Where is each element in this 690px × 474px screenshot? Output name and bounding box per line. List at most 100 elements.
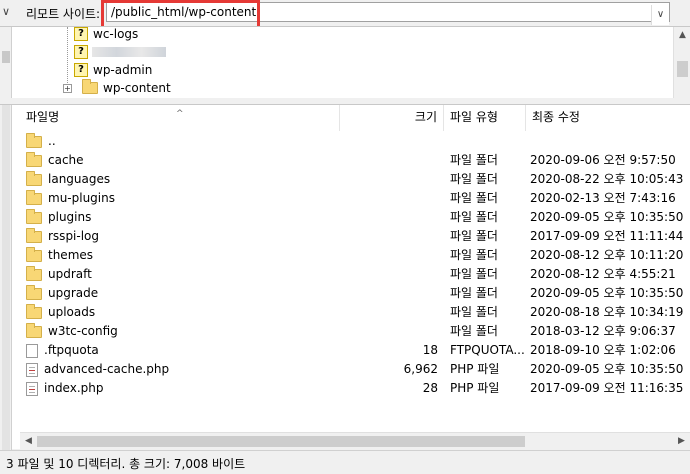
column-size-label: 크기 — [414, 110, 437, 124]
status-bar: 3 파일 및 10 디렉터리. 총 크기: 7,008 바이트 — [0, 450, 690, 474]
file-name-cell: updraft — [26, 265, 92, 284]
folder-icon — [26, 190, 42, 205]
tree-item-wp-admin[interactable]: ? wp-admin — [74, 61, 152, 79]
tree-item-blurred[interactable]: ? — [74, 43, 166, 61]
file-row[interactable]: upgrade 파일 폴더 2020-09-05 오후 10:35:50 — [20, 284, 690, 303]
file-name-cell: uploads — [26, 303, 95, 322]
file-name-cell: mu-plugins — [26, 189, 115, 208]
folder-icon — [26, 285, 42, 300]
file-row[interactable]: .ftpquota 18 FTPQUOTA... 2018-09-10 오후 1:02… — [20, 341, 690, 360]
scroll-right-icon[interactable]: ▶ — [673, 433, 690, 450]
file-modified: 2018-03-12 오후 9:06:37 — [530, 324, 676, 338]
folder-icon — [26, 133, 42, 148]
remote-site-label: 리모트 사이트: — [26, 7, 101, 21]
list-edge-grip — [2, 105, 10, 450]
tree-expand-toggle[interactable]: + — [63, 84, 72, 93]
column-type-label: 파일 유형 — [450, 110, 498, 124]
file-modified: 2020-08-12 오후 4:55:21 — [530, 267, 676, 281]
tree-item-label: wp-content — [103, 81, 171, 95]
tree-vertical-scrollbar[interactable]: ▲ — [673, 27, 690, 98]
file-name-cell: .ftpquota — [26, 341, 99, 360]
tree-item-label: wc-logs — [93, 27, 139, 41]
php-file-icon — [26, 362, 38, 377]
file-name-cell: plugins — [26, 208, 91, 227]
folder-icon — [26, 304, 42, 319]
file-row[interactable]: themes 파일 폴더 2020-08-12 오후 10:11:20 — [20, 246, 690, 265]
file-name-cell: w3tc-config — [26, 322, 118, 341]
file-name-cell: rsspi-log — [26, 227, 99, 246]
file-size: 28 — [422, 381, 438, 395]
path-dropdown-button[interactable]: ∨ — [651, 5, 669, 25]
file-name: uploads — [48, 305, 96, 319]
file-type: 파일 폴더 — [450, 324, 498, 338]
file-row[interactable]: advanced-cache.php 6,962 PHP 파일 2020-09-05 … — [20, 360, 690, 379]
file-type: 파일 폴더 — [450, 267, 498, 281]
unknown-folder-icon: ? — [74, 27, 88, 41]
file-row[interactable]: languages 파일 폴더 2020-08-22 오후 10:05:43 — [20, 170, 690, 189]
file-name: updraft — [48, 267, 92, 281]
column-header-type[interactable]: 파일 유형 — [444, 105, 526, 131]
file-icon — [26, 343, 38, 358]
unknown-folder-icon: ? — [74, 63, 88, 77]
file-type: 파일 폴더 — [450, 172, 498, 186]
folder-icon — [26, 171, 42, 186]
tree-edge-grip — [2, 51, 10, 63]
scroll-left-icon[interactable]: ◀ — [20, 433, 37, 450]
php-file-icon — [26, 381, 38, 396]
file-modified: 2020-08-22 오후 10:05:43 — [530, 172, 684, 186]
list-scroll-thumb[interactable] — [37, 436, 525, 447]
folder-icon — [82, 79, 98, 94]
file-name: mu-plugins — [48, 191, 115, 205]
column-header-modified[interactable]: 최종 수정 — [526, 105, 690, 131]
remote-directory-tree: ? wc-logs ? ? wp-admin + wp-content ▲ — [0, 26, 690, 98]
folder-icon — [26, 323, 42, 338]
file-row[interactable]: index.php 28 PHP 파일 2017-09-09 오전 11:16:35 — [20, 379, 690, 398]
file-type: PHP 파일 — [450, 381, 500, 395]
column-header-size[interactable]: 크기 — [340, 105, 444, 131]
file-row[interactable]: updraft 파일 폴더 2020-08-12 오후 4:55:21 — [20, 265, 690, 284]
list-horizontal-scrollbar[interactable]: ◀ ▶ — [20, 432, 690, 449]
file-type: 파일 폴더 — [450, 248, 498, 262]
file-modified: 2020-09-05 오후 10:35:50 — [530, 362, 684, 376]
column-header-name[interactable]: 파일명 ^ — [20, 105, 340, 131]
file-name: upgrade — [48, 286, 99, 300]
scroll-up-icon[interactable]: ▲ — [674, 27, 690, 43]
file-row[interactable]: rsspi-log 파일 폴더 2017-09-09 오전 11:11:44 — [20, 227, 690, 246]
file-name-cell: index.php — [26, 379, 103, 398]
file-modified: 2020-08-12 오후 10:11:20 — [530, 248, 684, 262]
file-name: w3tc-config — [48, 324, 118, 338]
tree-item-wp-content[interactable]: wp-content — [82, 79, 171, 97]
status-text: 3 파일 및 10 디렉터리. 총 크기: 7,008 바이트 — [6, 457, 246, 471]
file-name: cache — [48, 153, 84, 167]
file-name: plugins — [48, 210, 92, 224]
tree-item-label: wp-admin — [93, 63, 153, 77]
file-modified: 2017-09-09 오전 11:11:44 — [530, 229, 684, 243]
folder-icon — [26, 209, 42, 224]
file-type: 파일 폴더 — [450, 305, 498, 319]
file-name: themes — [48, 248, 94, 262]
file-row[interactable]: cache 파일 폴더 2020-09-06 오전 9:57:50 — [20, 151, 690, 170]
file-list-header: 파일명 ^ 크기 파일 유형 최종 수정 — [20, 105, 690, 131]
folder-icon — [26, 152, 42, 167]
file-row[interactable]: uploads 파일 폴더 2020-08-18 오후 10:34:19 — [20, 303, 690, 322]
remote-path-bar: ∨ 리모트 사이트: /public_html/wp-content ∨ — [0, 0, 690, 31]
file-name-cell: themes — [26, 246, 93, 265]
file-row[interactable]: .. — [20, 132, 690, 151]
file-size: 18 — [422, 343, 438, 357]
sort-ascending-icon: ^ — [176, 109, 184, 119]
tree-scroll-thumb[interactable] — [677, 61, 688, 77]
file-name-cell: languages — [26, 170, 110, 189]
tree-item-wc-logs[interactable]: ? wc-logs — [74, 27, 139, 43]
redacted-label — [92, 47, 166, 57]
file-row[interactable]: mu-plugins 파일 폴더 2020-02-13 오전 7:43:16 — [20, 189, 690, 208]
ftp-remote-panel: ∨ 리모트 사이트: /public_html/wp-content ∨ ? w… — [0, 0, 690, 474]
file-modified: 2020-02-13 오전 7:43:16 — [530, 191, 676, 205]
list-left-edge — [0, 105, 12, 450]
chevron-down-icon[interactable]: ∨ — [0, 2, 12, 22]
file-row[interactable]: plugins 파일 폴더 2020-09-05 오후 10:35:50 — [20, 208, 690, 227]
file-row[interactable]: w3tc-config 파일 폴더 2018-03-12 오후 9:06:37 — [20, 322, 690, 341]
column-name-label: 파일명 — [26, 110, 60, 124]
file-modified: 2018-09-10 오후 1:02:06 — [530, 343, 676, 357]
file-type: 파일 폴더 — [450, 286, 498, 300]
file-modified: 2020-08-18 오후 10:34:19 — [530, 305, 684, 319]
